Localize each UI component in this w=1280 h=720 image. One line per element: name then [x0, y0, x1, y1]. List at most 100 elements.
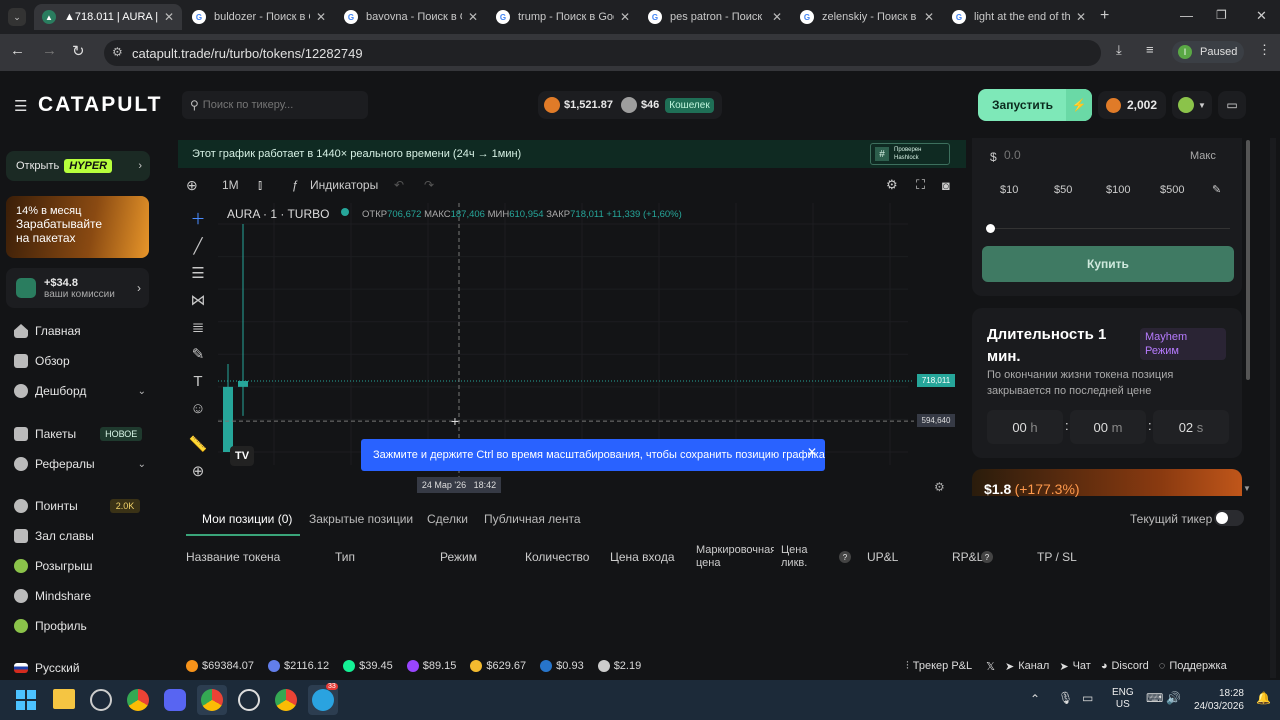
pattern-icon[interactable]: ⋈ [187, 289, 209, 311]
tab-buldozer[interactable]: G buldozer - Поиск в G ✕ [184, 4, 334, 30]
text-icon[interactable]: T [187, 370, 209, 392]
page-scrollbar[interactable] [1270, 138, 1276, 678]
nav-overview[interactable]: Обзор [14, 351, 70, 371]
ticker-bnb[interactable]: $629.67 [470, 660, 526, 672]
file-explorer-icon[interactable] [53, 689, 75, 709]
telegram-taskbar-icon[interactable]: 33 [308, 683, 338, 715]
steam-icon[interactable] [90, 689, 112, 711]
chrome-profile-2-icon[interactable] [275, 689, 297, 711]
close-toast-icon[interactable]: ✕ [807, 445, 817, 459]
profile-button[interactable]: I Paused [1172, 41, 1244, 63]
network-icon[interactable]: ⌨ [1146, 691, 1163, 705]
redo-icon[interactable]: ↷ [424, 178, 434, 192]
menu-kebab-icon[interactable]: ⋮ [1258, 42, 1271, 58]
site-info-icon[interactable]: ⚙ [112, 45, 123, 59]
scroll-down-icon[interactable]: ▼ [1243, 484, 1251, 493]
points-widget[interactable]: 2,002 [1098, 91, 1166, 119]
restore-icon[interactable]: ❐ [1216, 8, 1227, 22]
channel-link[interactable]: Канал [1018, 660, 1049, 672]
search-input[interactable] [202, 99, 353, 111]
search-box[interactable]: ⚲ [182, 91, 368, 119]
tab-bavovna[interactable]: G bavovna - Поиск в G ✕ [336, 4, 486, 30]
zoom-in-icon[interactable]: ⊕ [187, 460, 209, 482]
emoji-icon[interactable]: ☺ [187, 397, 209, 419]
tray-expand-icon[interactable]: ⌃ [1030, 692, 1040, 706]
new-tab-icon[interactable]: + [1100, 7, 1109, 25]
preset-10[interactable]: $10 [1000, 184, 1018, 196]
tab-closed-positions[interactable]: Закрытые позиции [309, 512, 413, 526]
buy-button[interactable]: Купить [982, 246, 1234, 282]
add-symbol-icon[interactable]: ⊕ [186, 177, 198, 194]
hamburger-menu-icon[interactable]: ☰ [14, 97, 27, 115]
preset-100[interactable]: $100 [1106, 184, 1130, 196]
info-icon[interactable]: ? [981, 551, 993, 563]
pnl-promo-card[interactable]: $1.8 (+177.3%) [972, 469, 1242, 497]
clock[interactable]: 18:28 24/03/2026 [1192, 687, 1244, 713]
edit-presets-icon[interactable]: ✎ [1212, 183, 1221, 196]
settings-icon[interactable]: ⚙ [886, 177, 898, 193]
close-tab-icon[interactable]: ✕ [924, 10, 934, 24]
nav-profile[interactable]: Профиль [14, 616, 87, 636]
preset-50[interactable]: $50 [1054, 184, 1072, 196]
input-language[interactable]: ENG US [1112, 687, 1134, 711]
downloads-icon[interactable]: ⤓ [1116, 42, 1122, 58]
obs-icon[interactable] [238, 689, 260, 711]
fullscreen-icon[interactable]: ⛶ [916, 177, 925, 193]
microphone-icon[interactable]: 🎙 [1058, 691, 1073, 705]
reload-icon[interactable]: ↻ [72, 42, 85, 60]
media-icon[interactable]: ≡ [1146, 42, 1154, 57]
hashlock-badge[interactable]: # Проверен Hashlock [870, 143, 950, 165]
ticker-xrp[interactable]: $2.19 [597, 660, 641, 672]
axis-settings-icon[interactable]: ⚙ [934, 480, 945, 494]
balance-widget[interactable]: $1,521.87 $46 Кошелек [538, 91, 722, 119]
forward-icon[interactable]: → [42, 42, 57, 59]
ticker-hype[interactable]: $39.45 [343, 660, 393, 672]
close-tab-icon[interactable]: ✕ [620, 10, 630, 24]
language-selector[interactable]: Русский [14, 658, 80, 678]
nav-packages[interactable]: Пакеты НОВОЕ [14, 424, 143, 444]
tab-zelenskiy[interactable]: G zelenskiy - Поиск в G ✕ [792, 4, 942, 30]
chat-icon[interactable]: ▭ [1218, 91, 1246, 119]
info-icon[interactable]: ? [839, 551, 851, 563]
mayhem-mode-badge[interactable]: Mayhem Режим [1140, 328, 1226, 360]
ticker-eth[interactable]: $2116.12 [268, 660, 329, 672]
chat-link[interactable]: Чат [1073, 660, 1091, 672]
discord-taskbar-icon[interactable] [164, 689, 186, 711]
current-ticker-toggle[interactable] [1214, 510, 1244, 526]
fib-icon[interactable]: ☰ [187, 262, 209, 284]
close-tab-icon[interactable]: ✕ [164, 10, 174, 24]
nav-hall-of-fame[interactable]: Зал славы [14, 526, 94, 546]
address-bar[interactable]: ⚙ catapult.trade/ru/turbo/tokens/1228274… [104, 40, 1101, 66]
launch-button[interactable]: Запустить ⚡ [978, 89, 1092, 121]
close-tab-icon[interactable]: ✕ [772, 10, 782, 24]
screenshot-icon[interactable]: ◙ [942, 178, 950, 193]
chart-svg[interactable]: 1 200,0001 100,0001 000,000900,000800,00… [218, 203, 959, 491]
ticker-sol[interactable]: $89.15 [406, 660, 456, 672]
panel-scrollbar[interactable] [1246, 140, 1250, 380]
tab-pes-patron[interactable]: G pes patron - Поиск в ✕ [640, 4, 790, 30]
pnl-tracker-link[interactable]: Трекер P&L [913, 660, 972, 672]
battery-icon[interactable]: ▭ [1082, 691, 1093, 705]
close-tab-icon[interactable]: ✕ [1076, 10, 1086, 24]
tab-trades[interactable]: Сделки [427, 512, 468, 526]
close-tab-icon[interactable]: ✕ [468, 10, 478, 24]
max-button[interactable]: Макс [1190, 150, 1216, 162]
tab-aura[interactable]: ▲ ▲718.011 | AURA | M ✕ [34, 4, 182, 30]
undo-icon[interactable]: ↶ [394, 178, 404, 192]
volume-icon[interactable]: 🔊 [1166, 691, 1181, 705]
open-hyper-button[interactable]: Открыть HYPER › [6, 151, 150, 181]
nav-points[interactable]: Поинты 2.0K [14, 496, 141, 516]
indicators-button[interactable]: Индикаторы [310, 178, 378, 192]
chrome-icon[interactable] [127, 689, 149, 711]
back-icon[interactable]: ← [10, 42, 25, 59]
tradingview-logo[interactable]: TV [230, 446, 254, 466]
ruler-icon[interactable]: 📏 [187, 433, 209, 455]
amount-slider-track[interactable] [990, 228, 1230, 229]
indicators-icon[interactable]: ƒ [292, 178, 299, 192]
x-icon[interactable]: 𝕏 [986, 660, 995, 673]
chrome-profile-active[interactable] [197, 685, 227, 715]
tab-search-icon[interactable]: ⌄ [8, 8, 26, 26]
nav-referrals[interactable]: Рефералы ⌄ [14, 454, 146, 474]
amount-slider-thumb[interactable] [986, 224, 995, 233]
notifications-icon[interactable]: 🔔 [1256, 691, 1271, 705]
